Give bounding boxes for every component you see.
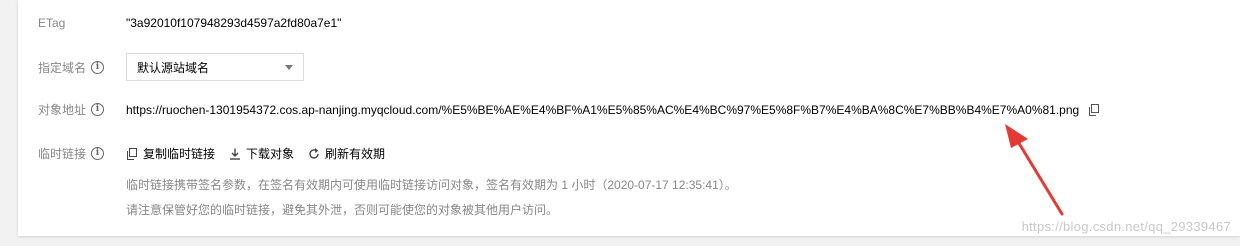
info-icon[interactable]: i bbox=[91, 60, 105, 74]
copy-temp-link-label: 复制临时链接 bbox=[143, 147, 216, 161]
chevron-down-icon bbox=[285, 64, 293, 70]
object-address-row: 对象地址 i https://ruochen-1301954372.cos.ap… bbox=[38, 101, 1100, 118]
etag-label-text: ETag bbox=[38, 16, 66, 30]
etag-value: "3a92010f107948293d4597a2fd80a7e1" bbox=[126, 16, 342, 30]
info-icon[interactable]: i bbox=[91, 103, 105, 116]
refresh-validity-button[interactable]: 刷新有效期 bbox=[308, 145, 385, 162]
download-icon bbox=[230, 148, 241, 160]
copy-icon[interactable] bbox=[1088, 103, 1100, 116]
domain-label: 指定域名 i bbox=[38, 59, 126, 76]
download-object-label: 下载对象 bbox=[246, 147, 295, 161]
domain-row: 指定域名 i 默认源站域名 bbox=[38, 53, 304, 81]
watermark: https://blog.csdn.net/qq_29339467 bbox=[1021, 219, 1231, 234]
object-address-label: 对象地址 i bbox=[38, 101, 126, 118]
info-icon[interactable]: i bbox=[91, 147, 105, 160]
copy-temp-link-button[interactable]: 复制临时链接 bbox=[126, 145, 215, 162]
domain-select-value: 默认源站域名 bbox=[137, 60, 210, 75]
temp-link-warning: 请注意保管好您的临时链接，避免其外泄，否则可能使您的对象被其他用户访问。 bbox=[126, 203, 559, 217]
temp-link-hint: 临时链接携带签名参数，在签名有效期内可使用临时链接访问对象，签名有效期为 1 小… bbox=[126, 178, 737, 192]
refresh-icon bbox=[309, 147, 319, 159]
object-url[interactable]: https://ruochen-1301954372.cos.ap-nanjin… bbox=[126, 103, 1079, 117]
temp-link-label-text: 临时链接 bbox=[38, 147, 87, 161]
domain-label-text: 指定域名 bbox=[38, 60, 87, 75]
object-address-label-text: 对象地址 bbox=[38, 103, 87, 117]
etag-row: ETag "3a92010f107948293d4597a2fd80a7e1" bbox=[38, 16, 341, 30]
etag-label: ETag bbox=[38, 16, 126, 30]
download-object-button[interactable]: 下载对象 bbox=[229, 145, 294, 162]
refresh-validity-label: 刷新有效期 bbox=[325, 147, 386, 161]
temp-link-row: 临时链接 i 复制临时链接 下载对象 刷新有效期 bbox=[38, 145, 385, 162]
temp-link-label: 临时链接 i bbox=[38, 145, 126, 162]
domain-select[interactable]: 默认源站域名 bbox=[126, 53, 304, 81]
copy-icon bbox=[127, 147, 137, 160]
temp-link-actions: 复制临时链接 下载对象 刷新有效期 bbox=[126, 145, 385, 162]
object-detail-panel: ETag "3a92010f107948293d4597a2fd80a7e1" … bbox=[18, 0, 1240, 236]
